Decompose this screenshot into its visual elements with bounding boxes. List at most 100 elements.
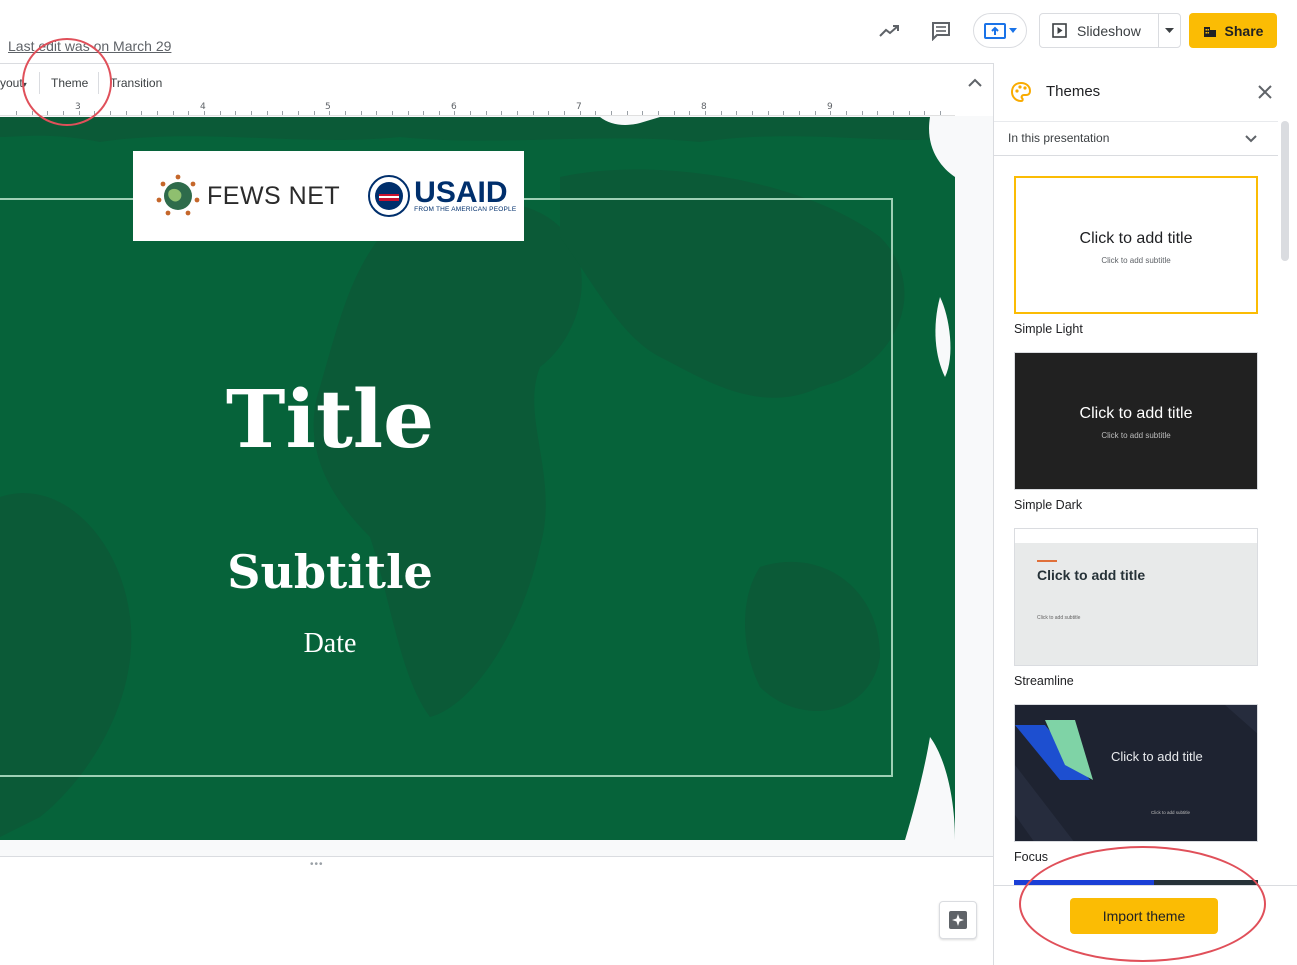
ruler-tick [63,111,64,115]
ruler-tick [799,111,800,115]
slide-date[interactable]: Date [0,628,660,660]
comments-icon[interactable] [926,16,956,46]
chevron-down-icon [1165,28,1175,33]
slideshow-button-group: Slideshow [1039,13,1181,48]
theme-thumbnail[interactable]: Click to add title Click to add subtitle [1014,528,1258,666]
themes-panel-header: Themes [994,63,1297,120]
theme-thumb-subtitle: Click to add subtitle [1037,615,1081,621]
slide-border-frame [0,198,893,777]
activity-trend-icon[interactable] [875,16,905,46]
ruler-tick [924,111,925,115]
chevron-up-icon[interactable] [966,74,984,92]
ruler-tick [548,111,549,115]
ruler-tick [611,111,612,115]
layout-menu-button[interactable]: yout▾ [0,76,27,90]
themes-scrollbar[interactable] [1281,121,1289,261]
share-label: Share [1224,22,1264,39]
streamline-accent-line [1037,560,1057,562]
ruler-tick [768,111,769,115]
ruler-tick [47,111,48,115]
chevron-down-icon [1245,135,1257,143]
theme-thumb-title: Click to add title [1079,230,1193,247]
play-icon [1052,23,1067,38]
share-button[interactable]: Share [1189,13,1277,48]
ruler-tick [204,111,205,115]
theme-thumbnail[interactable]: Click to add title Click to add subtitle [1014,176,1258,314]
ruler-tick [658,111,659,115]
ruler-tick [329,111,330,115]
speaker-notes-area[interactable] [0,856,993,965]
close-icon[interactable] [1256,83,1274,101]
ruler-tick [267,111,268,115]
usaid-logo-text: USAID [414,175,508,209]
slide[interactable]: FEWS NET USAID FROM THE AMERICAN PEOPLE … [0,117,955,840]
theme-button[interactable]: Theme [51,76,88,90]
slide-subtitle[interactable]: Subtitle [0,545,660,599]
ruler-tick [517,111,518,115]
building-icon [1203,26,1216,37]
explore-sparkle-icon [949,911,967,929]
ruler-tick [110,111,111,115]
ruler-tick [16,111,17,115]
toolbar-divider [98,72,99,94]
ruler-tick [345,111,346,115]
usaid-tagline: FROM THE AMERICAN PEOPLE [414,205,517,213]
slideshow-options-button[interactable] [1159,28,1180,33]
ruler-tick [627,111,628,115]
ruler-tick [580,111,581,115]
slideshow-label: Slideshow [1077,22,1141,39]
ruler-tick [689,111,690,115]
theme-thumbnail[interactable]: Click to add title Click to add subtitle [1014,352,1258,490]
ruler-tick [642,111,643,115]
logo-banner: FEWS NET USAID FROM THE AMERICAN PEOPLE [133,151,524,241]
ruler-tick [32,111,33,115]
ruler-tick [533,111,534,115]
theme-name: Focus [1014,850,1049,864]
ruler-tick [408,111,409,115]
import-theme-button[interactable]: Import theme [1070,898,1218,934]
ruler-tick [220,111,221,115]
slide-title[interactable]: Title [0,372,660,466]
usaid-seal-icon [368,175,411,217]
chevron-down-icon: ▾ [22,80,27,89]
ruler-tick [173,111,174,115]
theme-thumb-subtitle: Click to add subtitle [1101,256,1171,265]
theme-source-dropdown[interactable]: In this presentation [994,121,1278,156]
ruler-tick [846,111,847,115]
ruler-tick [454,111,455,115]
theme-thumb-title: Click to add title [1037,567,1146,583]
theme-thumb-subtitle: Click to add subtitle [1151,810,1191,815]
focus-decoration [1015,705,1257,841]
present-to-meeting-button[interactable] [973,13,1027,48]
theme-name: Simple Dark [1014,498,1083,512]
ruler-tick [564,111,565,115]
theme-thumbnail[interactable]: Click to add title Click to add subtitle [1014,704,1258,842]
themes-panel-footer: Import theme [994,885,1297,965]
chevron-down-icon [1008,28,1017,33]
ruler-tick [736,111,737,115]
explore-button[interactable] [939,901,977,939]
ruler-tick [486,111,487,115]
usaid-logo: USAID FROM THE AMERICAN PEOPLE [414,175,517,213]
ruler-tick [298,111,299,115]
ruler-tick [862,111,863,115]
theme-thumb-title: Click to add title [1079,405,1193,422]
slideshow-button[interactable]: Slideshow [1040,14,1160,47]
ruler-tick [314,111,315,115]
streamline-top-band [1015,529,1257,543]
ruler-tick [439,111,440,115]
palette-icon [1010,81,1032,103]
theme-name: Simple Light [1014,322,1083,336]
theme-thumb-subtitle: Click to add subtitle [1101,431,1171,440]
ruler-tick [470,111,471,115]
toolbar: yout▾ Theme Transition [0,63,993,102]
fews-net-globe-icon [156,174,200,216]
ruler-tick [235,111,236,115]
notes-resize-handle[interactable]: ••• [310,859,324,870]
ruler-tick [423,111,424,115]
horizontal-ruler[interactable]: 3 4 5 6 7 8 9 [0,102,955,116]
ruler-tick [877,111,878,115]
ruler-tick [501,111,502,115]
transition-button[interactable]: Transition [110,76,162,90]
last-edit-link[interactable]: Last edit was on March 29 [8,38,171,54]
